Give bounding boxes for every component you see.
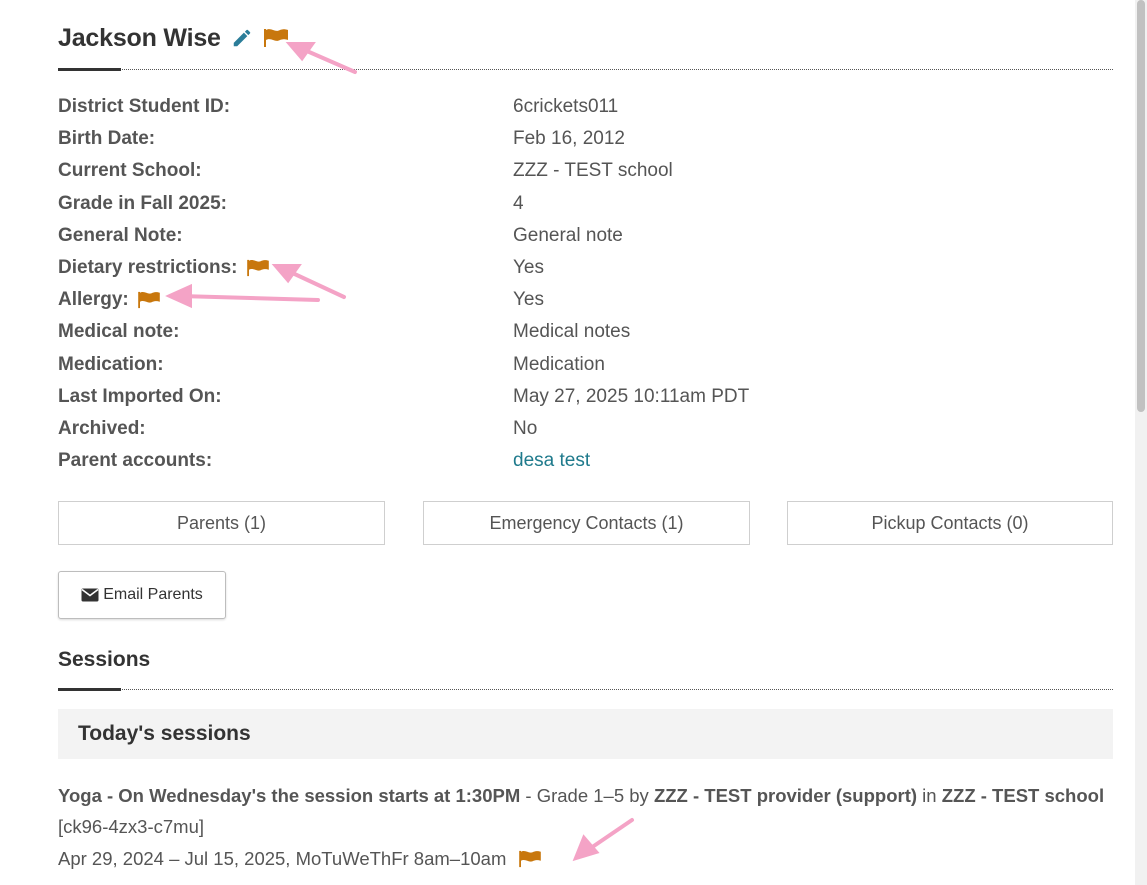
detail-value: Yes bbox=[513, 257, 544, 279]
scrollbar-thumb[interactable] bbox=[1137, 0, 1145, 412]
detail-row-general-note: General Note: General note bbox=[58, 220, 1113, 252]
envelope-icon bbox=[81, 588, 99, 602]
detail-row-birth-date: Birth Date: Feb 16, 2012 bbox=[58, 123, 1113, 155]
detail-value: No bbox=[513, 417, 538, 439]
session-school: ZZZ - TEST school bbox=[941, 785, 1105, 806]
header-divider bbox=[58, 68, 1113, 71]
detail-value: Feb 16, 2012 bbox=[513, 128, 625, 150]
pencil-icon[interactable] bbox=[231, 27, 253, 49]
detail-value: Yes bbox=[513, 289, 544, 311]
detail-row-district-id: District Student ID: 6crickets011 bbox=[58, 91, 1113, 123]
todays-sessions-title: Today's sessions bbox=[78, 722, 251, 745]
student-header: Jackson Wise bbox=[58, 20, 289, 56]
detail-value: Medication bbox=[513, 353, 605, 375]
session-in-text: in bbox=[917, 785, 942, 806]
detail-label: District Student ID: bbox=[58, 96, 231, 118]
detail-row-medical-note: Medical note: Medical notes bbox=[58, 316, 1113, 348]
session-item: Yoga - On Wednesday's the session starts… bbox=[58, 780, 1128, 875]
student-name: Jackson Wise bbox=[58, 23, 221, 52]
detail-label: Last Imported On: bbox=[58, 385, 222, 407]
detail-row-archived: Archived: No bbox=[58, 413, 1113, 445]
detail-label: Parent accounts: bbox=[58, 450, 213, 472]
annotation-arrowhead bbox=[285, 42, 316, 62]
student-details: District Student ID: 6crickets011 Birth … bbox=[58, 91, 1113, 477]
detail-row-grade: Grade in Fall 2025: 4 bbox=[58, 188, 1113, 220]
detail-label-wrap: Dietary restrictions: bbox=[58, 257, 513, 279]
contact-buttons: Parents (1) Emergency Contacts (1) Picku… bbox=[58, 501, 1113, 545]
session-name: Yoga - On Wednesday's the session starts… bbox=[58, 785, 521, 806]
detail-label: Medication: bbox=[58, 353, 164, 375]
session-provider: ZZZ - TEST provider (support) bbox=[653, 785, 918, 806]
detail-value: May 27, 2025 10:11am PDT bbox=[513, 385, 750, 407]
detail-value: Medical notes bbox=[513, 321, 631, 343]
email-parents-button[interactable]: Email Parents bbox=[58, 571, 226, 619]
detail-row-dietary: Dietary restrictions: Yes bbox=[58, 252, 1113, 284]
flag-icon bbox=[137, 291, 161, 309]
session-grade-text: - Grade 1–5 by bbox=[520, 785, 654, 806]
parent-account-link[interactable]: desa test bbox=[513, 450, 590, 471]
detail-value: ZZZ - TEST school bbox=[513, 160, 673, 182]
detail-label: Archived: bbox=[58, 417, 146, 439]
todays-sessions-header: Today's sessions bbox=[58, 709, 1113, 759]
flag-icon bbox=[263, 28, 289, 48]
flag-icon bbox=[518, 850, 542, 868]
parents-button[interactable]: Parents (1) bbox=[58, 501, 385, 545]
detail-label: Current School: bbox=[58, 160, 202, 182]
sessions-title: Sessions bbox=[58, 648, 151, 671]
emergency-contacts-button[interactable]: Emergency Contacts (1) bbox=[423, 501, 750, 545]
detail-row-parent-accounts: Parent accounts: desa test bbox=[58, 445, 1113, 477]
detail-label: Medical note: bbox=[58, 321, 180, 343]
flag-icon bbox=[246, 259, 270, 277]
scrollbar[interactable] bbox=[1135, 0, 1147, 885]
detail-label: Grade in Fall 2025: bbox=[58, 192, 227, 214]
detail-label-wrap: Allergy: bbox=[58, 289, 513, 311]
detail-value: General note bbox=[513, 224, 623, 246]
detail-label: Allergy: bbox=[58, 289, 129, 311]
detail-row-last-imported: Last Imported On: May 27, 2025 10:11am P… bbox=[58, 381, 1113, 413]
detail-row-medication: Medication: Medication bbox=[58, 349, 1113, 381]
session-summary: Yoga - On Wednesday's the session starts… bbox=[58, 780, 1128, 811]
detail-label: Birth Date: bbox=[58, 128, 156, 150]
pickup-contacts-button[interactable]: Pickup Contacts (0) bbox=[787, 501, 1113, 545]
detail-row-allergy: Allergy: Yes bbox=[58, 284, 1113, 316]
detail-label: General Note: bbox=[58, 224, 183, 246]
email-parents-label: Email Parents bbox=[103, 586, 203, 603]
detail-value: 6crickets011 bbox=[513, 96, 619, 118]
detail-value: 4 bbox=[513, 192, 524, 214]
session-schedule: Apr 29, 2024 – Jul 15, 2025, MoTuWeThFr … bbox=[58, 848, 507, 869]
sessions-divider bbox=[58, 688, 1113, 691]
session-code: [ck96-4zx3-c7mu] bbox=[58, 816, 204, 837]
detail-row-current-school: Current School: ZZZ - TEST school bbox=[58, 155, 1113, 187]
detail-label: Dietary restrictions: bbox=[58, 257, 238, 279]
detail-value: desa test bbox=[513, 450, 590, 472]
session-schedule-row: Apr 29, 2024 – Jul 15, 2025, MoTuWeThFr … bbox=[58, 843, 1128, 875]
